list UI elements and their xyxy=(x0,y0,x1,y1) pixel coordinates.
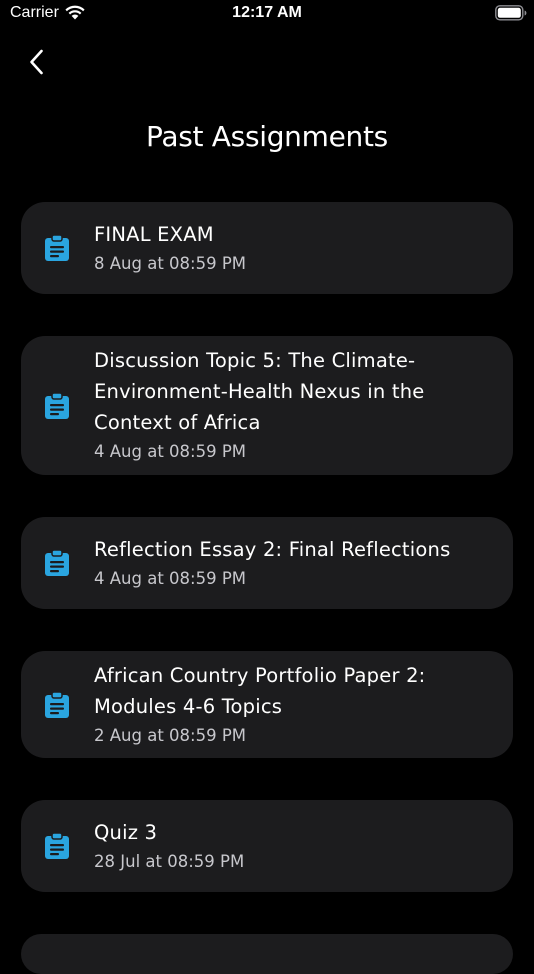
assignment-card[interactable]: Discussion Topic 5: The Climate-Environm… xyxy=(21,336,513,475)
assignment-card[interactable]: FINAL EXAM 8 Aug at 08:59 PM xyxy=(21,202,513,294)
status-time: 12:17 AM xyxy=(232,4,302,21)
assignment-card[interactable]: African Country Portfolio Paper 2: Modul… xyxy=(21,651,513,758)
assignment-title: African Country Portfolio Paper 2: Modul… xyxy=(94,664,426,718)
assignment-date: 4 Aug at 08:59 PM xyxy=(94,442,247,461)
assignment-date: 8 Aug at 08:59 PM xyxy=(94,254,247,273)
battery-icon xyxy=(495,5,527,21)
clipboard-icon xyxy=(45,832,69,859)
assignment-date: 28 Jul at 08:59 PM xyxy=(94,852,245,871)
clipboard-icon xyxy=(45,691,69,718)
status-bar: Carrier 12:17 AM xyxy=(0,0,534,30)
assignment-title: Quiz 3 xyxy=(94,821,158,844)
assignment-title: Discussion Topic 5: The Climate-Environm… xyxy=(94,349,425,434)
assignment-card-partial[interactable] xyxy=(21,934,513,974)
clipboard-icon xyxy=(45,392,69,419)
clipboard-icon xyxy=(45,549,69,576)
page-title: Past Assignments xyxy=(146,120,388,153)
assignment-date: 2 Aug at 08:59 PM xyxy=(94,726,247,745)
assignment-card[interactable]: Reflection Essay 2: Final Reflections 4 … xyxy=(21,517,513,609)
assignment-title: FINAL EXAM xyxy=(94,223,214,246)
clipboard-icon xyxy=(45,234,69,261)
assignment-card[interactable]: Quiz 3 28 Jul at 08:59 PM xyxy=(21,800,513,892)
back-button[interactable] xyxy=(20,44,54,80)
assignment-title: Reflection Essay 2: Final Reflections xyxy=(94,538,451,561)
chevron-left-icon xyxy=(30,49,43,75)
assignment-date: 4 Aug at 08:59 PM xyxy=(94,569,247,588)
